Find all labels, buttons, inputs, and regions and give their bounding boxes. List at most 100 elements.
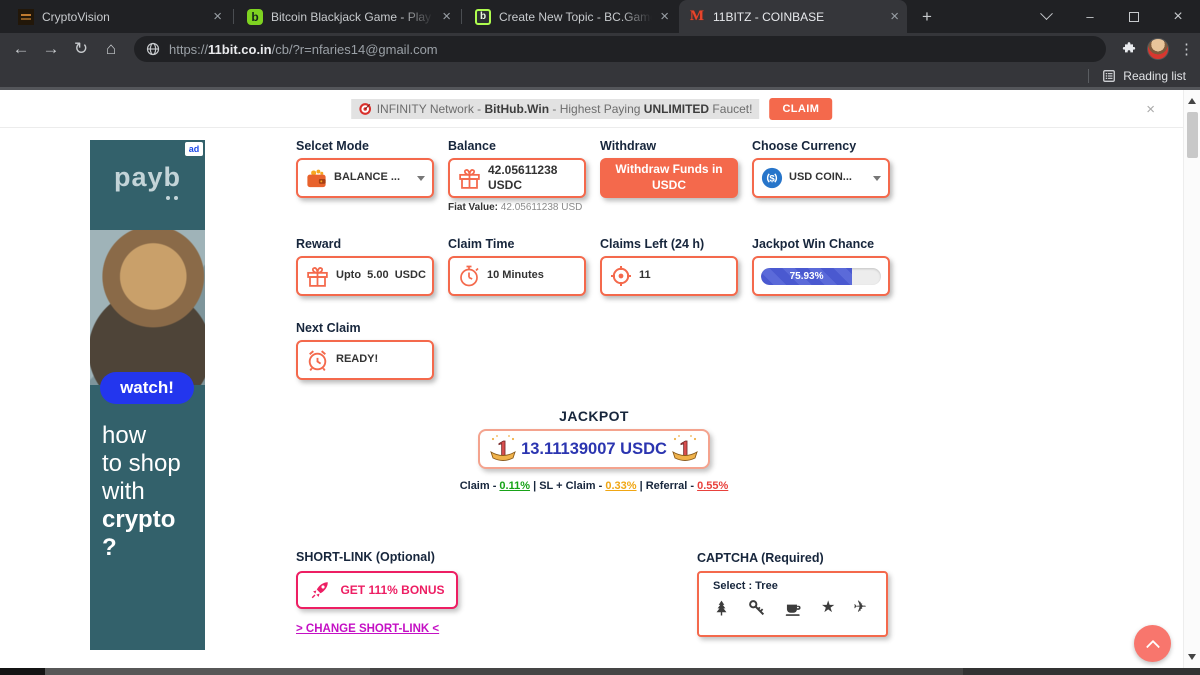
next-claim-label: Next Claim <box>296 321 361 335</box>
withdraw-funds-button[interactable]: Withdraw Funds in USDC <box>600 158 738 198</box>
get-bonus-label: GET 111% BONUS <box>340 583 444 597</box>
scrollbar-down-arrow[interactable] <box>1188 654 1196 660</box>
balance-value: 42.05611238 USDC <box>488 163 577 193</box>
ad-badge: ad <box>185 142 203 156</box>
svg-text:$: $ <box>769 173 775 184</box>
captcha-label: CAPTCHA (Required) <box>697 551 824 565</box>
home-button[interactable]: ⌂ <box>96 39 126 59</box>
extensions-puzzle-icon[interactable] <box>1121 41 1137 57</box>
rocket-icon <box>309 579 331 601</box>
claim-time-field: 10 Minutes <box>448 256 586 296</box>
page-content: INFINITY Network - BitHub.Win - Highest … <box>0 90 1183 668</box>
get-bonus-button[interactable]: GET 111% BONUS <box>296 571 458 609</box>
tab-close-icon[interactable]: × <box>660 9 669 24</box>
claims-left-value: 11 <box>639 269 651 283</box>
chevron-down-icon <box>873 176 881 181</box>
withdraw-label: Withdraw <box>600 139 656 153</box>
reload-button[interactable]: ↻ <box>66 39 96 59</box>
reading-list-icon <box>1102 69 1116 83</box>
cryptovision-favicon-icon <box>18 9 34 25</box>
window-controls: – × <box>1024 0 1200 33</box>
restore-button[interactable] <box>1112 0 1156 33</box>
reading-list-label: Reading list <box>1123 69 1186 83</box>
change-shortlink-link[interactable]: > CHANGE SHORT-LINK < <box>296 623 439 635</box>
reward-label: Reward <box>296 237 341 251</box>
globe-icon <box>146 42 160 56</box>
11bitz-favicon-icon: M <box>689 9 705 25</box>
ad-watch-button[interactable]: watch! <box>100 372 194 404</box>
currency-value: USD COIN... <box>789 171 852 185</box>
chevron-down-icon <box>417 176 425 181</box>
star-icon[interactable]: ★ <box>821 600 835 616</box>
currency-dropdown[interactable]: $ USD COIN... <box>752 158 890 198</box>
tab-search-chevron-icon[interactable] <box>1024 0 1068 33</box>
tab-close-icon[interactable]: × <box>890 9 899 24</box>
select-mode-label: Selcet Mode <box>296 139 369 153</box>
claims-left-label: Claims Left (24 h) <box>600 237 704 251</box>
minimize-button[interactable]: – <box>1068 0 1112 33</box>
ad-photo <box>90 230 205 385</box>
tree-icon[interactable] <box>713 599 730 617</box>
number-one-medal-icon: 1 <box>488 433 518 465</box>
banner-claim-button[interactable]: CLAIM <box>769 98 832 120</box>
close-button[interactable]: × <box>1156 0 1200 33</box>
tab-close-icon[interactable]: × <box>442 9 451 24</box>
airplane-icon[interactable]: ✈ <box>853 600 866 616</box>
next-claim-value: READY! <box>336 353 378 367</box>
sidebar-ad[interactable]: ad payb watch! how to shop with crypto ? <box>90 140 205 650</box>
jackpot-title: JACKPOT <box>394 408 794 424</box>
banner-close-icon[interactable]: × <box>1146 101 1155 118</box>
captcha-box: Select : Tree ★ ✈ <box>697 571 888 637</box>
jackpot-win-chance-label: Jackpot Win Chance <box>752 237 874 251</box>
tab-title: 11BITZ - COINBASE <box>713 10 882 24</box>
reading-list-button[interactable]: Reading list <box>1088 64 1186 87</box>
address-bar[interactable]: https://11bit.co.in/cb/?r=nfaries14@gmai… <box>134 36 1106 62</box>
profile-avatar[interactable] <box>1147 38 1169 60</box>
balance-label: Balance <box>448 139 496 153</box>
stopwatch-icon <box>457 264 481 288</box>
number-one-medal-icon: 1 <box>670 433 700 465</box>
reward-field: Upto 5.00 USDC <box>296 256 434 296</box>
jackpot-amount: 13.11139007 USDC <box>521 440 667 459</box>
shortlink-label: SHORT-LINK (Optional) <box>296 550 435 564</box>
tab-title: Bitcoin Blackjack Game - Play BTC <box>271 10 434 24</box>
tab-title: Create New Topic - BC.Game For <box>499 10 652 24</box>
coffee-cup-icon[interactable] <box>784 600 803 617</box>
bcgame-favicon-icon: b <box>247 9 263 25</box>
divider <box>0 127 1183 128</box>
tab-strip: CryptoVision × b Bitcoin Blackjack Game … <box>0 0 1200 33</box>
forward-button[interactable]: → <box>36 39 66 59</box>
claims-left-field: 11 <box>600 256 738 296</box>
claim-percent: 0.11% <box>499 480 530 492</box>
gift-icon <box>305 264 330 289</box>
back-button[interactable]: ← <box>6 39 36 59</box>
browser-menu-kebab-icon[interactable]: ⋮ <box>1179 40 1194 58</box>
jackpot-percentages: Claim - 0.11% | SL + Claim - 0.33% | Ref… <box>394 480 794 492</box>
promo-banner-text[interactable]: INFINITY Network - BitHub.Win - Highest … <box>351 99 760 119</box>
gift-icon <box>457 166 482 191</box>
tab-create-new-topic[interactable]: b Create New Topic - BC.Game For × <box>465 0 677 33</box>
crosshair-target-icon <box>609 264 633 288</box>
balance-field: 42.05611238 USDC <box>448 158 586 198</box>
select-mode-dropdown[interactable]: BALANCE ... <box>296 158 434 198</box>
page-scrollbar[interactable] <box>1183 90 1200 668</box>
new-tab-button[interactable]: + <box>916 6 938 28</box>
scrollbar-thumb[interactable] <box>1187 112 1198 158</box>
scrollbar-up-arrow[interactable] <box>1188 98 1196 104</box>
bottom-strip-segment <box>0 668 45 675</box>
tab-separator <box>233 9 234 24</box>
tab-11bitz-active[interactable]: M 11BITZ - COINBASE × <box>679 0 907 33</box>
sl-claim-percent: 0.33% <box>605 480 636 492</box>
scroll-to-top-button[interactable] <box>1134 625 1171 662</box>
tab-cryptovision[interactable]: CryptoVision × <box>8 0 230 33</box>
tab-bitcoin-blackjack[interactable]: b Bitcoin Blackjack Game - Play BTC × <box>237 0 459 33</box>
key-icon[interactable] <box>748 599 766 617</box>
referral-percent: 0.55% <box>697 480 728 492</box>
wallet-icon <box>305 167 328 190</box>
tab-separator <box>461 9 462 24</box>
chevron-up-icon <box>1145 639 1159 653</box>
bottom-edge-strip <box>0 668 1200 675</box>
jackpot-amount-box: 1 13.11139007 USDC 1 <box>478 429 710 469</box>
reward-value: Upto 5.00 USDC <box>336 269 426 283</box>
tab-close-icon[interactable]: × <box>213 9 222 24</box>
